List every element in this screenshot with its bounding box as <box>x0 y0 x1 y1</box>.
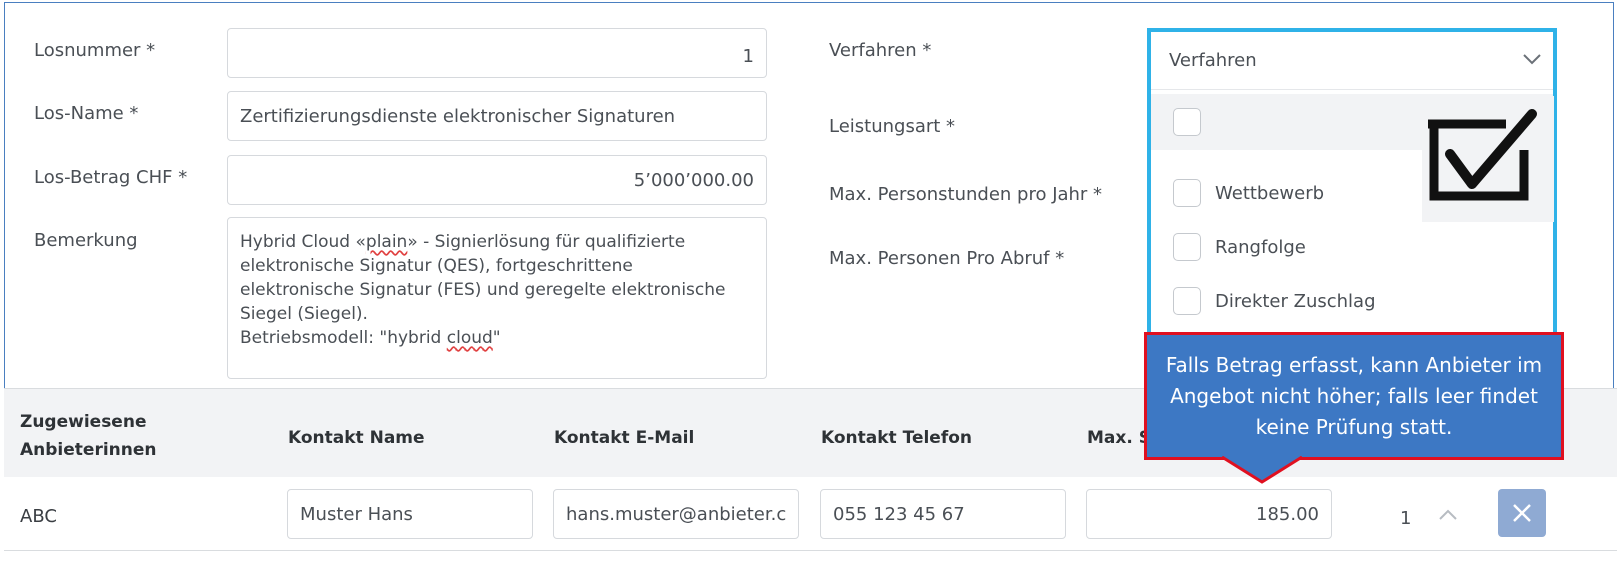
dropdown-option-rangfolge[interactable]: Rangfolge <box>1151 222 1553 272</box>
header-anbieterinnen-line-1: Zugewiesene <box>20 412 147 432</box>
bemerkung-line-4: Siegel (Siegel). <box>240 304 368 324</box>
max-value: 185.00 <box>1256 503 1319 525</box>
checkmark-annotation <box>1422 96 1554 222</box>
row-anbieter: ABC <box>20 506 57 527</box>
close-icon <box>1513 504 1531 522</box>
dropdown-option-direkter-zuschlag[interactable]: Direkter Zuschlag <box>1151 276 1553 326</box>
bemerkung-line-3: elektronische Signatur (FES) und geregel… <box>240 280 726 300</box>
option-label: Rangfolge <box>1215 236 1306 258</box>
losnummer-input[interactable]: 1 <box>227 28 767 78</box>
bemerkung-line-2: elektronische Signatur (QES), fortgeschr… <box>240 256 633 276</box>
header-kontakt-email: Kontakt E-Mail <box>554 428 695 448</box>
verfahren-label: Verfahren * <box>829 40 932 61</box>
option-checkbox[interactable] <box>1173 287 1201 315</box>
option-label: Wettbewerb <box>1215 182 1325 204</box>
chevron-up-icon[interactable] <box>1436 503 1460 527</box>
bemerkung-label: Bemerkung <box>34 230 138 251</box>
option-checkbox[interactable] <box>1173 179 1201 207</box>
kontakt-name-value: Muster Hans <box>300 503 413 525</box>
row-order-number: 1 <box>1400 508 1412 529</box>
max-personstunden-label: Max. Personstunden pro Jahr * <box>829 184 1103 205</box>
verfahren-selected-value: Verfahren <box>1169 50 1257 71</box>
bemerkung-line-1-word: plain <box>365 232 408 252</box>
bemerkung-line-1-post: » - Signierlösung für qualifizierte <box>407 232 686 252</box>
los-name-input[interactable]: Zertifizierungsdienste elektronischer Si… <box>227 91 767 141</box>
delete-row-button[interactable] <box>1498 489 1546 537</box>
kontakt-telefon-value: 055 123 45 67 <box>833 503 965 525</box>
kontakt-email-value: hans.muster@anbieter.c <box>566 503 787 525</box>
max-value-input[interactable]: 185.00 <box>1086 489 1332 539</box>
bemerkung-line-1: Hybrid Cloud «plain» - Signierlösung für… <box>240 230 754 254</box>
tooltip-text: Falls Betrag erfasst, kann Anbieter im A… <box>1165 352 1543 439</box>
los-name-label: Los-Name * <box>34 103 139 124</box>
bemerkung-line-5: Betriebsmodell: "hybrid cloud" <box>240 326 754 350</box>
bemerkung-line-1-pre: Hybrid Cloud « <box>240 232 366 252</box>
losnummer-value: 1 <box>742 45 754 67</box>
row-divider <box>4 550 1617 551</box>
bemerkung-textarea[interactable]: Hybrid Cloud «plain» - Signierlösung für… <box>227 217 767 379</box>
option-label: Direkter Zuschlag <box>1215 290 1376 312</box>
header-max: Max. S <box>1087 428 1151 448</box>
los-betrag-label: Los-Betrag CHF * <box>34 167 188 188</box>
kontakt-email-input[interactable]: hans.muster@anbieter.c <box>553 489 799 539</box>
los-betrag-value: 5’000’000.00 <box>633 169 754 191</box>
header-kontakt-telefon: Kontakt Telefon <box>821 428 973 448</box>
header-anbieterinnen-line-2: Anbieterinnen <box>20 440 157 460</box>
bemerkung-line-5-word: cloud <box>446 328 493 348</box>
info-tooltip: Falls Betrag erfasst, kann Anbieter im A… <box>1144 332 1564 460</box>
chevron-down-icon[interactable] <box>1521 48 1543 70</box>
kontakt-name-input[interactable]: Muster Hans <box>287 489 533 539</box>
max-personen-label: Max. Personen Pro Abruf * <box>829 248 1065 269</box>
bemerkung-line-5-post: " <box>492 328 501 348</box>
kontakt-telefon-input[interactable]: 055 123 45 67 <box>820 489 1066 539</box>
bemerkung-line-5-pre: Betriebsmodell: "hybrid <box>240 328 447 348</box>
option-checkbox[interactable] <box>1173 233 1201 261</box>
verfahren-select[interactable]: Verfahren <box>1151 32 1553 90</box>
option-checkbox[interactable] <box>1173 108 1201 136</box>
los-name-value: Zertifizierungsdienste elektronischer Si… <box>240 105 676 127</box>
los-betrag-input[interactable]: 5’000’000.00 <box>227 155 767 205</box>
losnummer-label: Losnummer * <box>34 40 156 61</box>
tooltip-pointer <box>1222 456 1302 484</box>
header-anbieterinnen: Zugewiesene Anbieterinnen <box>20 408 157 464</box>
checkmark-icon <box>1428 109 1537 201</box>
header-kontakt-name: Kontakt Name <box>288 428 425 448</box>
leistungsart-label: Leistungsart * <box>829 116 956 137</box>
